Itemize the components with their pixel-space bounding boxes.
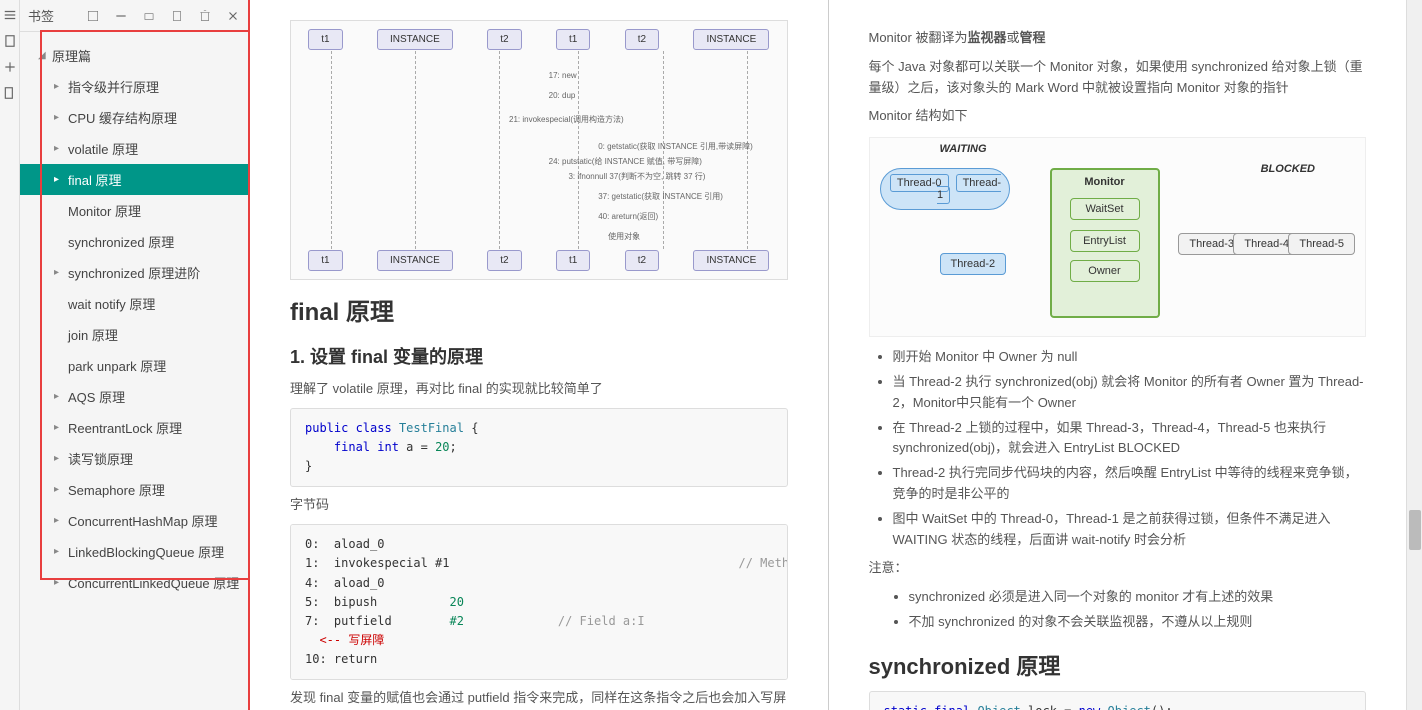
expand-icon[interactable] [86, 9, 100, 23]
section-heading-sync: synchronized 原理 [869, 649, 1367, 681]
code-block-2: 0: aload_0 1: invokespecial #1 // Method… [290, 524, 788, 680]
section-heading-1: 1. 设置 final 变量的原理 [290, 343, 788, 369]
code-block-1: public class TestFinal { final int a = 2… [290, 408, 788, 488]
scrollbar-thumb[interactable] [1409, 510, 1421, 550]
print-icon[interactable] [142, 9, 156, 23]
bullet-list: 刚开始 Monitor 中 Owner 为 null当 Thread-2 执行 … [893, 347, 1367, 550]
menu-icon[interactable] [3, 8, 17, 22]
sidebar-item[interactable]: ▸synchronized 原理进阶 [20, 257, 248, 288]
paragraph: 字节码 [290, 495, 788, 516]
sidebar: 书签 ◢原理篇▸指令级并行原理▸CPU 缓存结构原理▸volatile 原理▸f… [20, 0, 250, 710]
bookmark-tree: ◢原理篇▸指令级并行原理▸CPU 缓存结构原理▸volatile 原理▸fina… [20, 32, 248, 710]
sidebar-item[interactable]: join 原理 [20, 319, 248, 350]
paragraph: Monitor 结构如下 [869, 106, 1367, 127]
code-block-3: static final Object lock = new Object();… [869, 691, 1367, 710]
sidebar-item[interactable]: ▸读写锁原理 [20, 443, 248, 474]
content-right-column: Monitor 被翻译为监视器或管程 每个 Java 对象都可以关联一个 Mon… [829, 0, 1407, 710]
sidebar-item[interactable]: ▸final 原理 [20, 164, 248, 195]
page-title: final 原理 [290, 292, 788, 327]
sidebar-item[interactable]: ▸指令级并行原理 [20, 71, 248, 102]
paragraph: 发现 final 变量的赋值也会通过 putfield 指令来完成，同样在这条指… [290, 688, 788, 710]
sidebar-item[interactable]: ▸ConcurrentHashMap 原理 [20, 505, 248, 536]
collapse-icon[interactable] [114, 9, 128, 23]
sidebar-item[interactable]: ▸volatile 原理 [20, 133, 248, 164]
sidebar-item[interactable]: synchronized 原理 [20, 226, 248, 257]
bookmark-icon[interactable] [3, 34, 17, 48]
paragraph: 每个 Java 对象都可以关联一个 Monitor 对象，如果使用 synchr… [869, 57, 1367, 99]
note-label: 注意： [869, 558, 1367, 579]
page-icon[interactable] [3, 86, 17, 100]
sidebar-item[interactable]: ◢原理篇 [20, 40, 248, 71]
sidebar-item[interactable]: ▸ReentrantLock 原理 [20, 412, 248, 443]
paragraph: 理解了 volatile 原理，再对比 final 的实现就比较简单了 [290, 379, 788, 400]
left-rail [0, 0, 20, 710]
sidebar-item[interactable]: ▸CPU 缓存结构原理 [20, 102, 248, 133]
sequence-diagram: t1INSTANCEt2t1t2INSTANCE t1INSTANCEt2t1t… [290, 20, 788, 280]
sidebar-header: 书签 [20, 0, 248, 32]
content: t1INSTANCEt2t1t2INSTANCE t1INSTANCEt2t1t… [250, 0, 1422, 710]
paragraph: Monitor 被翻译为监视器或管程 [869, 28, 1367, 49]
sidebar-title: 书签 [28, 6, 54, 25]
sidebar-item[interactable]: ▸Semaphore 原理 [20, 474, 248, 505]
scrollbar[interactable] [1406, 0, 1422, 710]
close-icon[interactable] [226, 9, 240, 23]
sidebar-item[interactable]: ▸AQS 原理 [20, 381, 248, 412]
delete-icon[interactable] [198, 9, 212, 23]
sidebar-item[interactable]: ▸LinkedBlockingQueue 原理 [20, 536, 248, 567]
sidebar-item[interactable]: Monitor 原理 [20, 195, 248, 226]
note-list: synchronized 必须是进入同一个对象的 monitor 才有上述的效果… [909, 587, 1367, 633]
content-left-column: t1INSTANCEt2t1t2INSTANCE t1INSTANCEt2t1t… [250, 0, 829, 710]
sidebar-item[interactable]: park unpark 原理 [20, 350, 248, 381]
sidebar-item[interactable]: wait notify 原理 [20, 288, 248, 319]
monitor-diagram: WAITING BLOCKED Thread-0 Thread-1 Thread… [869, 137, 1367, 337]
settings-icon[interactable] [170, 9, 184, 23]
sidebar-item[interactable]: ▸ConcurrentLinkedQueue 原理 [20, 567, 248, 598]
attachment-icon[interactable] [3, 60, 17, 74]
